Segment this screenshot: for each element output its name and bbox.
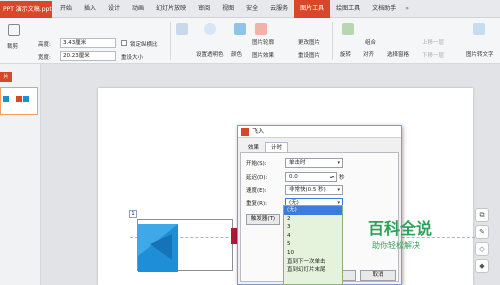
height-label: 高度: (38, 42, 51, 48)
rotate-icon[interactable] (342, 23, 354, 35)
layers-icon[interactable]: ⧉ (475, 208, 489, 222)
bring-forward-button[interactable]: 上移一层 (422, 38, 444, 46)
menu-bar: 开始 插入 设计 动画 幻灯片放映 审阅 视图 安全 云服务 图片工具 绘图工具… (54, 0, 412, 18)
ribbon: 裁剪 高度: 3.43厘米 宽度: 20.23厘米 锁定纵横比 重设大小 设置透… (0, 18, 500, 64)
shape-icon[interactable]: ◇ (475, 242, 489, 256)
picture-outline-icon[interactable] (255, 23, 267, 35)
animation-badge: 1 (129, 210, 137, 218)
chevron-down-icon: ▾ (337, 187, 340, 193)
watermark-title: 百科全说 (368, 219, 433, 238)
repeat-option[interactable]: 2 (284, 215, 342, 224)
lock-ratio-label: 锁定纵横比 (130, 42, 158, 48)
delay-input[interactable]: 0.0 ▴▾ (285, 172, 337, 182)
group-button[interactable]: 组合 (365, 38, 376, 46)
menu-security[interactable]: 安全 (240, 0, 264, 18)
slide-thumbnail-pane: 片 (0, 64, 41, 285)
height-input[interactable]: 3.43厘米 (60, 38, 116, 48)
repeat-option[interactable]: 5 (284, 240, 342, 249)
repeat-label: 重复(R): (246, 201, 267, 207)
width-label: 宽度: (38, 55, 51, 61)
speed-value: 非常快(0.5 秒) (289, 187, 326, 193)
picture-to-text-icon[interactable] (473, 23, 485, 35)
trigger-button[interactable]: 触发器(T) (246, 214, 280, 225)
color-icon[interactable] (234, 23, 246, 35)
menu-view[interactable]: 视图 (216, 0, 240, 18)
dialog-titlebar: 飞入 (238, 126, 401, 138)
repeat-option[interactable]: (无) (284, 206, 342, 215)
repeat-option[interactable]: 4 (284, 232, 342, 241)
menu-slideshow[interactable]: 幻灯片放映 (150, 0, 192, 18)
delay-unit: 秒 (339, 175, 345, 181)
repeat-dropdown-list: (无) 2 3 4 5 10 直到下一次单击 直到幻灯片末尾 (283, 205, 343, 285)
rotate-button[interactable]: 旋转 (340, 50, 351, 58)
tab-timing[interactable]: 计时 (265, 142, 289, 152)
crop-icon[interactable] (8, 24, 20, 36)
reset-picture-button[interactable]: 重设图片 (298, 51, 320, 59)
thumb-image-icon (23, 96, 29, 102)
menu-overflow-icon[interactable]: » (402, 0, 412, 18)
delay-label: 延迟(D): (246, 175, 268, 181)
menu-start[interactable]: 开始 (54, 0, 78, 18)
menu-doc-assistant[interactable]: 文档助手 (366, 0, 402, 18)
picture-effect-button[interactable]: 图片效果 (252, 51, 274, 59)
dialog-title: 飞入 (252, 128, 265, 135)
tab-effect[interactable]: 效果 (242, 142, 265, 152)
spinner-icon[interactable]: ▴▾ (330, 173, 334, 181)
menu-drawing-tools[interactable]: 绘图工具 (330, 0, 366, 18)
menu-animation[interactable]: 动画 (126, 0, 150, 18)
menu-cloud[interactable]: 云服务 (264, 0, 294, 18)
dialog-app-icon (241, 128, 249, 136)
transparent-color-icon[interactable] (204, 23, 216, 35)
title-bar: PPT 演示文稿.ppt 开始 插入 设计 动画 幻灯片放映 审阅 视图 安全 … (0, 0, 500, 18)
slide-thumbnail[interactable] (0, 87, 38, 115)
start-select[interactable]: 单击时 ▾ (285, 158, 343, 168)
thumb-image-icon (16, 96, 22, 102)
selected-picture[interactable] (137, 219, 233, 272)
floating-toolbar: ⧉ ✎ ◇ ◆ (475, 208, 489, 276)
menu-design[interactable]: 设计 (102, 0, 126, 18)
ribbon-divider (332, 22, 333, 60)
speed-select[interactable]: 非常快(0.5 秒) ▾ (285, 185, 343, 195)
send-backward-button[interactable]: 下移一层 (422, 51, 444, 59)
lock-ratio-checkbox[interactable] (121, 40, 127, 46)
repeat-option[interactable]: 直到幻灯片末尾 (284, 266, 342, 275)
delay-value: 0.0 (289, 174, 298, 180)
chevron-down-icon: ▾ (337, 160, 340, 166)
picture-graphic (138, 224, 178, 272)
menu-picture-tools[interactable]: 图片工具 (294, 0, 331, 18)
change-picture-button[interactable]: 更改图片 (298, 38, 320, 46)
edit-icon[interactable]: ✎ (475, 225, 489, 239)
thumb-image-icon (3, 96, 9, 102)
picture-outline-button[interactable]: 图片轮廓 (252, 38, 274, 46)
align-button[interactable]: 对齐 (363, 50, 374, 58)
width-input[interactable]: 20.23厘米 (60, 51, 116, 61)
transparent-color-button[interactable]: 设置透明色 (196, 50, 224, 58)
picture-to-text-button[interactable]: 图片转文字 (466, 50, 494, 58)
repeat-option[interactable]: 3 (284, 223, 342, 232)
start-label: 开始(S): (246, 161, 267, 167)
ribbon-divider (170, 22, 171, 60)
color-button[interactable]: 颜色 (231, 50, 242, 58)
fill-icon[interactable]: ◆ (475, 259, 489, 273)
reset-size-button[interactable]: 重设大小 (121, 53, 143, 61)
crop-label[interactable]: 裁剪 (7, 42, 18, 50)
menu-review[interactable]: 审阅 (192, 0, 216, 18)
dialog-tabs: 效果 计时 (242, 142, 289, 152)
cancel-button[interactable]: 取消 (360, 270, 396, 281)
thumbnail-tab[interactable]: 片 (0, 72, 12, 82)
start-value: 单击时 (289, 160, 306, 166)
repeat-option[interactable]: 10 (284, 249, 342, 258)
menu-insert[interactable]: 插入 (78, 0, 102, 18)
select-pane-button[interactable]: 选择窗格 (387, 50, 409, 58)
document-tab[interactable]: PPT 演示文稿.ppt (0, 1, 52, 18)
rotate-small-icon[interactable] (176, 23, 188, 35)
watermark-subtitle: 助你轻松解决 (372, 241, 420, 250)
repeat-option[interactable]: 直到下一次单击 (284, 258, 342, 267)
watermark: 百科全说 助你轻松解决 (368, 215, 460, 257)
speed-label: 速度(E): (246, 188, 267, 194)
